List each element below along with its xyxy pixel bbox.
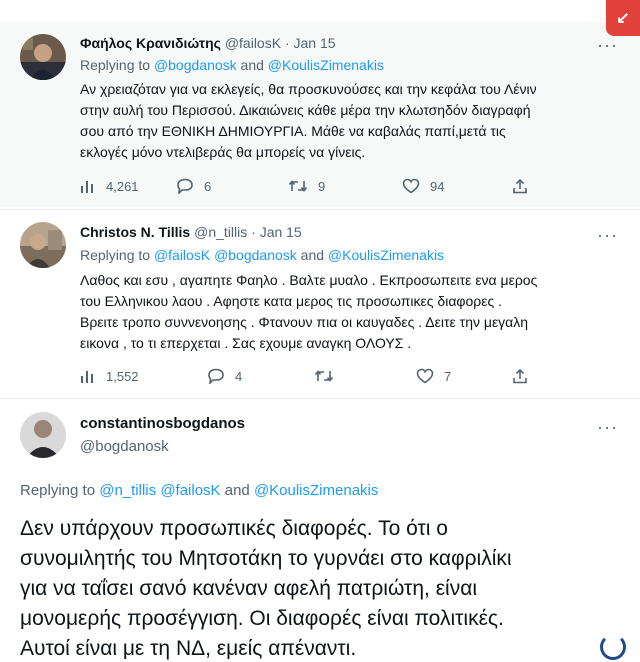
share-button[interactable] [512, 368, 528, 384]
separator: · [284, 35, 290, 51]
separator: · [251, 224, 256, 240]
tweet-text-line: Αυτοί είναι με τη ΝΔ, εμείς απέναντι. [20, 637, 357, 660]
views-count: 4,261 [106, 178, 139, 194]
tweet-text-line: εκλογές μόνο ντελιβεράς θα μπορείς να γί… [80, 144, 366, 160]
tweet-text-line: εικονα , το τι επερχεται . Σας εχουμε αν… [80, 335, 412, 351]
share-icon [513, 368, 527, 384]
tweet-actions: 1,552 4 7 [80, 368, 600, 388]
display-name[interactable]: Christos N. Tillis [80, 224, 190, 240]
tweet-n-tillis[interactable]: Christos N. Tillis @n_tillis · Jan 15 ··… [0, 210, 640, 398]
tweet-text-line: για να ταΐσει σανό κανέναν αφελή πατριώτ… [20, 577, 478, 600]
like-button[interactable]: 7 [416, 368, 451, 384]
reply-icon [177, 178, 193, 194]
tweet-text-line: Δεν υπάρχουν προσωπικές διαφορές. Το ότι… [20, 517, 448, 540]
views-button[interactable]: 4,261 [80, 178, 139, 194]
more-options-icon[interactable]: ··· [597, 36, 618, 54]
tweet-text-line: Βρειτε τροπο συννενοησης . Φτανουν πια ο… [80, 314, 529, 330]
mention-link[interactable]: @failosK [160, 482, 220, 499]
user-handle[interactable]: @n_tillis [194, 224, 247, 240]
more-options-icon[interactable]: ··· [597, 226, 618, 244]
views-icon [81, 371, 93, 383]
like-count: 7 [444, 368, 452, 384]
replying-to-and: and [240, 57, 264, 73]
replying-to-label: Replying to [20, 482, 96, 499]
timestamp[interactable]: Jan 15 [294, 35, 336, 51]
like-icon [416, 368, 434, 384]
replying-to-label: Replying to [80, 247, 151, 263]
reply-count: 4 [235, 368, 243, 384]
tweet-text: Αν χρειαζόταν για να εκλεγείς, θα προσκυ… [80, 79, 620, 163]
mention-link[interactable]: @n_tillis [99, 482, 156, 499]
retweet-icon [314, 370, 334, 382]
tweet-text: Λαθος και εσυ , αγαπητε Φαηλο . Βαλτε μυ… [80, 270, 620, 354]
replying-to: Replying to @bogdanosk and @KoulisZimena… [80, 57, 384, 73]
tweet-thread: Φαήλος Κρανιδιώτης @failosK · Jan 15 ···… [0, 0, 640, 662]
views-icon [81, 181, 93, 193]
like-button[interactable]: 94 [402, 178, 444, 194]
replying-to: Replying to @failosK @bogdanosk and @Kou… [80, 247, 444, 263]
mention-link[interactable]: @KoulisZimenakis [254, 482, 378, 499]
tweet-text-line: στην αυλή του Περισσού. Δικαιώνεις κάθε … [80, 102, 531, 118]
tweet-actions: 4,261 6 9 94 [80, 178, 600, 198]
mention-link[interactable]: @bogdanosk [154, 57, 237, 73]
display-name[interactable]: Φαήλος Κρανιδιώτης [80, 35, 221, 51]
tweet-text-line: Λαθος και εσυ , αγαπητε Φαηλο . Βαλτε μυ… [80, 272, 538, 288]
user-handle[interactable]: @bogdanosk [80, 438, 169, 455]
mention-link[interactable]: @KoulisZimenakis [328, 247, 444, 263]
more-options-icon[interactable]: ··· [597, 418, 618, 436]
share-icon [513, 178, 527, 194]
tweet-failosk[interactable]: Φαήλος Κρανιδιώτης @failosK · Jan 15 ···… [0, 22, 640, 207]
views-button[interactable]: 1,552 [80, 368, 139, 384]
mention-link[interactable]: @failosK [154, 247, 210, 263]
tweet-handle-row: @bogdanosk [80, 438, 169, 455]
retweet-count: 9 [318, 178, 326, 194]
tweet-header: Φαήλος Κρανιδιώτης @failosK · Jan 15 [80, 35, 336, 51]
user-handle[interactable]: @failosK [225, 35, 281, 51]
reply-count: 6 [204, 178, 212, 194]
replying-to-label: Replying to [80, 57, 151, 73]
tweet-text-line: του Ελληνικου λαου . Αφηστε κατα μερος τ… [80, 293, 503, 309]
replying-to-and: and [224, 482, 250, 499]
reply-button[interactable]: 6 [176, 178, 211, 194]
like-icon [402, 178, 420, 194]
timestamp[interactable]: Jan 15 [260, 224, 302, 240]
retweet-icon [288, 180, 308, 192]
tweet-header: constantinosbogdanos [80, 415, 245, 432]
replying-to: Replying to @n_tillis @failosK and @Koul… [20, 482, 378, 499]
display-name[interactable]: constantinosbogdanos [80, 415, 245, 432]
tweet-text-line: συνομιλητής του Μητσοτάκη το γυρνάει στο… [20, 547, 512, 570]
retweet-button[interactable]: 9 [288, 178, 325, 194]
tweet-bogdanosk[interactable]: constantinosbogdanos @bogdanosk ··· Repl… [0, 398, 640, 662]
tweet-text-line: Αν χρειαζόταν για να εκλεγείς, θα προσκυ… [80, 81, 537, 97]
reply-icon [208, 368, 224, 384]
reply-button[interactable]: 4 [207, 368, 242, 384]
mention-link[interactable]: @KoulisZimenakis [268, 57, 384, 73]
retweet-button[interactable] [314, 368, 344, 384]
tweet-text-line: μονομερής προσέγγιση. Οι διαφορές είναι … [20, 607, 504, 630]
avatar[interactable] [20, 412, 66, 458]
tweet-header: Christos N. Tillis @n_tillis · Jan 15 [80, 224, 302, 240]
mention-link[interactable]: @bogdanosk [214, 247, 297, 263]
tweet-text-line: σου από την ΕΘΝΙΚΗ ΔΗΜΙΟΥΡΓΙΑ. Μάθε να κ… [80, 123, 506, 139]
share-button[interactable] [512, 178, 528, 194]
replying-to-and: and [300, 247, 325, 263]
arrow-icon: ↙ [616, 10, 630, 27]
avatar[interactable] [20, 222, 66, 268]
avatar[interactable] [20, 34, 66, 80]
expand-badge[interactable]: ↙ [606, 0, 640, 36]
views-count: 1,552 [106, 368, 139, 384]
loading-spinner-icon [600, 634, 626, 660]
tweet-text: Δεν υπάρχουν προσωπικές διαφορές. Το ότι… [20, 514, 630, 662]
like-count: 94 [430, 178, 445, 194]
